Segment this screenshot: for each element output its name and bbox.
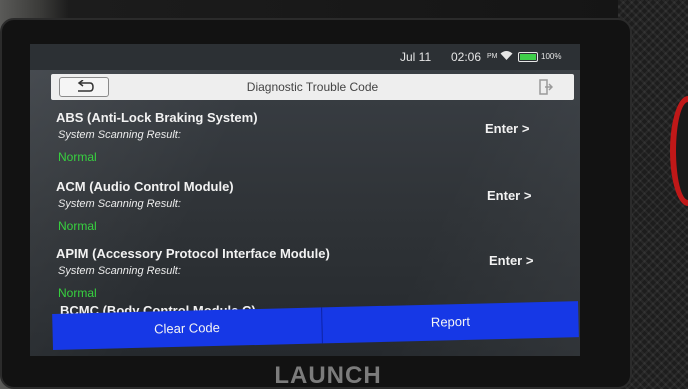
clear-code-label: Clear Code bbox=[153, 319, 221, 337]
clear-code-button[interactable]: Clear Code bbox=[52, 307, 323, 350]
module-status: Normal bbox=[58, 286, 97, 300]
module-list: ABS (Anti-Lock Braking System) System Sc… bbox=[30, 102, 580, 322]
status-date: Jul 11 bbox=[400, 50, 432, 64]
status-time: 02:06 bbox=[451, 50, 482, 64]
module-scan-label: System Scanning Result: bbox=[58, 198, 181, 210]
battery-percent: 100% bbox=[541, 52, 562, 61]
title-bar: Diagnostic Trouble Code bbox=[51, 74, 574, 100]
exit-button[interactable] bbox=[527, 77, 567, 97]
module-item-acm: ACM (Audio Control Module) System Scanni… bbox=[30, 179, 580, 247]
module-name: APIM (Accessory Protocol Interface Modul… bbox=[56, 246, 330, 261]
battery-fill bbox=[520, 54, 536, 60]
enter-button-abs[interactable]: Enter > bbox=[485, 121, 555, 141]
report-label: Report bbox=[430, 313, 471, 330]
report-button[interactable]: Report bbox=[322, 301, 579, 344]
photo-stage: LAUNCH Jul 11 02:06 PM 100% Diagnostic T… bbox=[0, 0, 688, 389]
module-scan-label: System Scanning Result: bbox=[58, 129, 181, 141]
status-ampm: PM bbox=[487, 53, 498, 60]
device-brand-logo: LAUNCH bbox=[274, 362, 382, 389]
status-bar: Jul 11 02:06 PM 100% bbox=[30, 44, 580, 70]
enter-button-acm[interactable]: Enter > bbox=[487, 188, 557, 208]
module-scan-label: System Scanning Result: bbox=[58, 265, 181, 277]
battery-icon bbox=[518, 52, 538, 62]
enter-button-apim[interactable]: Enter > bbox=[489, 253, 559, 273]
page-title: Diagnostic Trouble Code bbox=[246, 80, 379, 94]
module-status: Normal bbox=[58, 150, 97, 164]
exit-icon bbox=[539, 79, 553, 95]
module-name: ABS (Anti-Lock Braking System) bbox=[56, 110, 258, 125]
module-item-abs: ABS (Anti-Lock Braking System) System Sc… bbox=[30, 110, 580, 178]
device-screen: Jul 11 02:06 PM 100% Diagnostic Trouble … bbox=[30, 44, 580, 356]
module-name: ACM (Audio Control Module) bbox=[56, 179, 234, 194]
module-status: Normal bbox=[58, 219, 97, 233]
wifi-icon bbox=[500, 51, 513, 60]
